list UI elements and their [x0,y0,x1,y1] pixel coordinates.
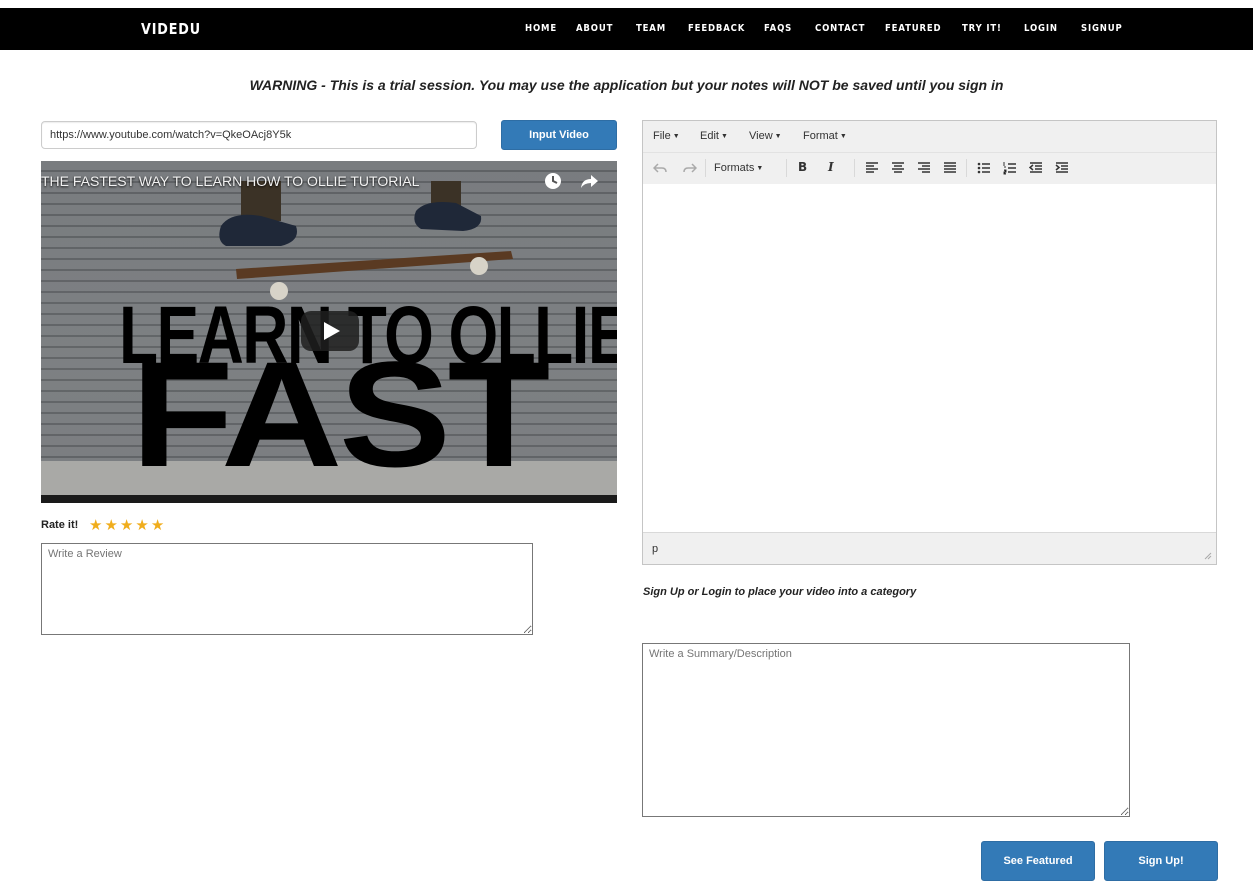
brand-logo[interactable]: VIDEDU [141,20,201,38]
menu-file[interactable]: File ▼ [653,130,680,142]
video-bottom-bar [41,495,617,503]
bold-button[interactable]: B [798,160,807,178]
menu-view[interactable]: View ▼ [749,130,782,142]
nav-faqs[interactable]: FAQS [764,23,792,34]
sign-up-button[interactable]: Sign Up! [1104,841,1218,881]
editor-toolbar: Formats ▼ B I [643,153,1216,185]
play-icon[interactable] [301,311,359,351]
top-navbar: VIDEDU HOME ABOUT TEAM FEEDBACK FAQS CON… [0,8,1253,50]
menu-format[interactable]: Format ▼ [803,130,847,142]
toolbar-separator [966,159,967,177]
numbered-list-icon[interactable] [1003,159,1017,177]
video-header-icons [531,171,599,191]
toolbar-separator [854,159,855,177]
editor-menubar: File ▼ Edit ▼ View ▼ Format ▼ [643,121,1216,153]
menu-edit[interactable]: Edit ▼ [700,130,728,142]
nav-home[interactable]: HOME [525,23,557,34]
undo-icon[interactable] [653,159,667,177]
indent-icon[interactable] [1055,159,1069,177]
notes-editor: File ▼ Edit ▼ View ▼ Format ▼ Formats ▼ B I p [642,120,1217,565]
star-icon[interactable]: ★ [135,517,148,534]
formats-dropdown[interactable]: Formats ▼ [714,162,763,180]
toolbar-separator [705,159,706,177]
video-url-input[interactable] [41,121,477,149]
input-video-button[interactable]: Input Video [501,120,617,150]
star-icon[interactable]: ★ [120,517,133,534]
nav-featured[interactable]: FEATURED [885,23,941,34]
summary-textarea[interactable] [642,643,1130,817]
nav-contact[interactable]: CONTACT [815,23,865,34]
rate-label: Rate it! [41,519,79,531]
outdent-icon[interactable] [1029,159,1043,177]
category-note: Sign Up or Login to place your video int… [643,586,917,598]
trial-warning: WARNING - This is a trial session. You m… [249,77,1004,93]
share-icon[interactable] [579,171,599,191]
thumbnail-text-line2: FAST [131,330,550,498]
video-player[interactable]: LEARN TO OLLIE FAST THE FASTEST WAY TO L… [41,161,617,503]
nav-try-it[interactable]: TRY IT! [962,23,1002,34]
editor-statusbar: p [643,532,1216,564]
align-left-icon[interactable] [865,159,879,177]
align-justify-icon[interactable] [943,159,957,177]
star-icon[interactable]: ★ [104,517,117,534]
skateboard-illustration [219,181,513,300]
nav-login[interactable]: LOGIN [1024,23,1058,34]
element-path[interactable]: p [652,543,658,555]
star-rating[interactable]: ★ ★ ★ ★ ★ [89,516,166,535]
redo-icon[interactable] [683,159,697,177]
resize-handle-icon[interactable] [1204,552,1212,560]
nav-signup[interactable]: SIGNUP [1081,23,1123,34]
italic-button[interactable]: I [828,160,834,178]
star-icon[interactable]: ★ [89,517,102,534]
nav-feedback[interactable]: FEEDBACK [688,23,745,34]
nav-about[interactable]: ABOUT [576,23,613,34]
star-icon[interactable]: ★ [151,517,164,534]
align-right-icon[interactable] [917,159,931,177]
bullet-list-icon[interactable] [977,159,991,177]
video-title[interactable]: THE FASTEST WAY TO LEARN HOW TO OLLIE TU… [41,173,419,189]
nav-team[interactable]: TEAM [636,23,666,34]
align-center-icon[interactable] [891,159,905,177]
toolbar-separator [786,159,787,177]
see-featured-button[interactable]: See Featured [981,841,1095,881]
clock-icon[interactable] [543,171,563,191]
editor-content-area[interactable] [643,184,1216,533]
review-textarea[interactable] [41,543,533,635]
